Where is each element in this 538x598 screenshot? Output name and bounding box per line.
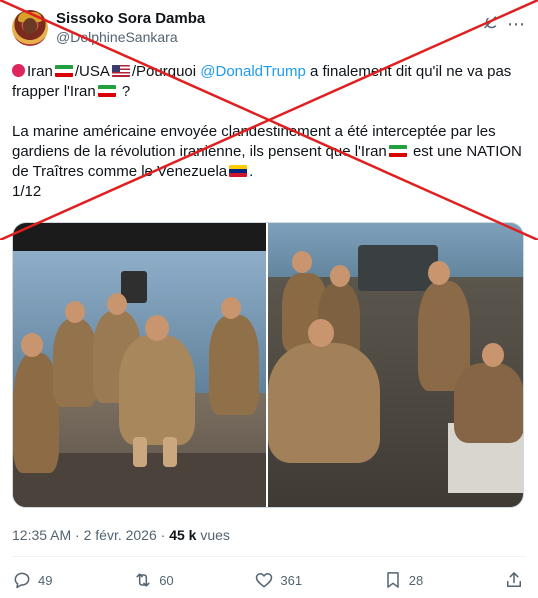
text-segment: /Pourquoi xyxy=(131,63,201,80)
photo-left[interactable] xyxy=(13,223,266,507)
retweet-count: 60 xyxy=(159,572,174,588)
text-segment: Iran xyxy=(27,63,53,80)
text-segment: . xyxy=(249,163,254,180)
text-segment: ? xyxy=(117,83,131,100)
media-grid xyxy=(12,222,524,508)
retweet-button[interactable]: 60 xyxy=(133,570,174,590)
red-circle-icon xyxy=(12,64,25,77)
mention-link[interactable]: @DonaldTrump xyxy=(200,63,306,80)
views-label: vues xyxy=(196,527,230,543)
author-names: Sissoko Sora Damba @DelphineSankara xyxy=(56,10,205,46)
retweet-icon xyxy=(136,573,150,587)
tweet-meta: 12:35 AM · 2 févr. 2026 · 45 k vues xyxy=(12,527,230,543)
timestamp[interactable]: 12:35 AM · 2 févr. 2026 · xyxy=(12,527,169,543)
grok-icon[interactable] xyxy=(482,14,500,32)
reply-button[interactable]: 49 xyxy=(12,570,52,590)
like-count: 361 xyxy=(280,572,303,588)
profile-avatar[interactable] xyxy=(12,10,48,46)
like-button[interactable]: 361 xyxy=(254,570,302,590)
tweet: Sissoko Sora Damba @DelphineSankara ⋯ Ir… xyxy=(0,0,538,598)
venezuela-flag-icon xyxy=(229,165,248,177)
tweet-text: Iran/USA/Pourquoi @DonaldTrump a finalem… xyxy=(12,62,524,202)
reply-icon xyxy=(14,572,30,589)
more-icon[interactable]: ⋯ xyxy=(507,14,526,35)
author-display-name[interactable]: Sissoko Sora Damba xyxy=(56,10,205,28)
reply-count: 49 xyxy=(38,572,53,588)
bookmark-button[interactable]: 28 xyxy=(383,570,423,590)
iran-flag-icon xyxy=(54,65,73,77)
divider xyxy=(12,556,526,557)
bookmark-icon xyxy=(387,572,399,588)
tweet-header: Sissoko Sora Damba @DelphineSankara ⋯ xyxy=(12,10,526,52)
iran-flag-icon xyxy=(97,85,116,97)
text-segment: /USA xyxy=(74,63,110,80)
share-button[interactable] xyxy=(504,570,524,590)
views-count: 45 k xyxy=(169,527,197,543)
share-icon xyxy=(506,572,521,587)
heart-icon xyxy=(256,573,273,588)
action-bar: 49 60 361 28 xyxy=(12,568,524,592)
iran-flag-icon xyxy=(388,145,407,157)
author-handle[interactable]: @DelphineSankara xyxy=(56,28,205,46)
usa-flag-icon xyxy=(111,65,130,77)
thread-counter: 1/12 xyxy=(12,183,42,200)
photo-right[interactable] xyxy=(268,223,523,507)
bookmark-count: 28 xyxy=(408,572,424,588)
